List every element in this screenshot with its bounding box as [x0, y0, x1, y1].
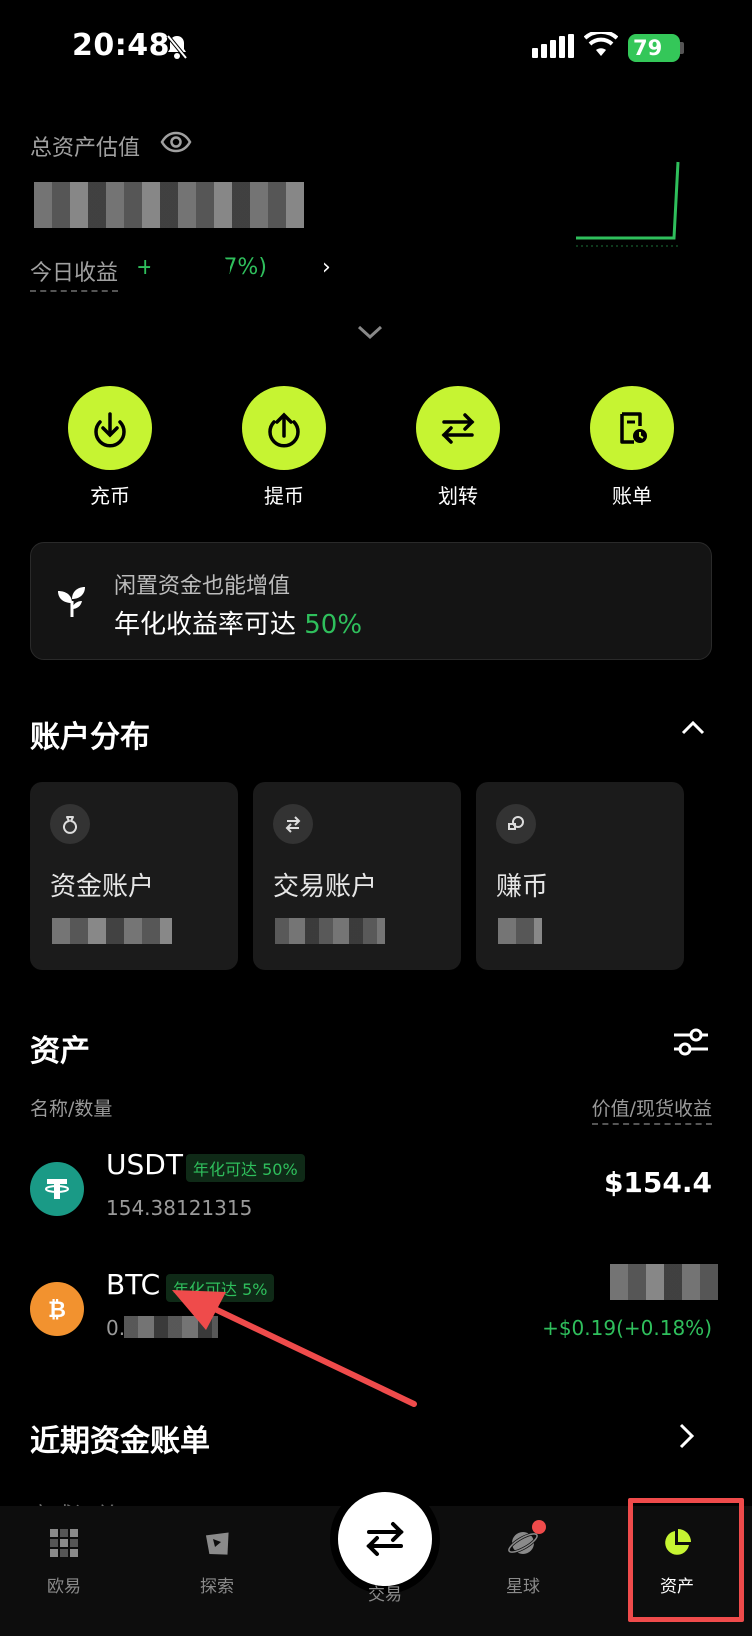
recent-bills-title[interactable]: 近期资金账单: [30, 1416, 210, 1460]
deposit-button[interactable]: 充币: [55, 386, 165, 509]
chevron-down-icon[interactable]: [356, 324, 384, 344]
bill-button[interactable]: 账单: [577, 386, 687, 509]
transfer-label: 划转: [438, 484, 478, 508]
withdraw-label: 提币: [264, 484, 304, 508]
chevron-up-icon[interactable]: [680, 720, 706, 740]
transfer-button[interactable]: 划转: [403, 386, 513, 509]
usdt-quantity: 154.38121315: [106, 1196, 253, 1220]
usdt-value: $154.4: [603, 1166, 712, 1199]
today-pnl-label[interactable]: 今日收益: [30, 255, 119, 292]
assets-title: 资产: [30, 1034, 90, 1069]
okx-logo-icon: [9, 1522, 119, 1564]
tab-okx-label: 欧易: [47, 1577, 81, 1597]
tab-okx[interactable]: 欧易: [9, 1522, 119, 1597]
funding-account-value-redacted: [52, 918, 172, 944]
trading-account-name: 交易账户: [273, 872, 378, 902]
earn-account-value-redacted: [498, 918, 542, 944]
tab-explore-label: 探索: [200, 1577, 234, 1597]
tab-planet-label: 星球: [506, 1577, 540, 1597]
btc-coin-icon: ₿: [30, 1282, 84, 1336]
btc-apy-tag: 年化可达 5%: [166, 1274, 275, 1302]
earn-promo-card[interactable]: [30, 542, 712, 660]
battery-tip: [680, 42, 684, 54]
transfer-icon: [416, 386, 500, 470]
status-time: 20:48: [72, 28, 170, 63]
tab-trade-label[interactable]: 交易: [330, 1580, 440, 1605]
swap-icon: [273, 804, 313, 844]
bill-icon: [590, 386, 674, 470]
today-pnl-redacted: [150, 256, 230, 282]
bag-icon: [50, 804, 90, 844]
earn-account-name: 赚币: [496, 872, 549, 902]
btc-symbol: BTC: [106, 1268, 161, 1301]
tab-planet[interactable]: 星球: [468, 1522, 578, 1597]
col-value-pnl[interactable]: 价值/现货收益: [591, 1094, 712, 1125]
funding-account-name: 资金账户: [50, 872, 155, 902]
today-pnl-chevron[interactable]: ›: [322, 255, 331, 280]
btc-quantity-redacted: [124, 1316, 218, 1338]
deposit-icon: [68, 386, 152, 470]
total-assets-label: 总资产估值: [30, 136, 141, 161]
bell-muted-icon: [166, 34, 188, 64]
promo-rate: 50%: [304, 610, 363, 640]
chevron-right-icon[interactable]: [678, 1422, 696, 1454]
bill-label: 账单: [612, 484, 652, 508]
sprout-icon: [54, 583, 90, 623]
col-name-qty: 名称/数量: [30, 1098, 113, 1120]
trading-account-value-redacted: [275, 918, 385, 944]
eye-icon[interactable]: [160, 131, 192, 157]
tab-explore[interactable]: 探索: [162, 1522, 272, 1597]
trade-swap-icon: [366, 1522, 404, 1556]
withdraw-button[interactable]: 提币: [229, 386, 339, 509]
total-balance-redacted: [34, 182, 304, 228]
compass-icon: [162, 1522, 272, 1564]
notification-dot: [532, 1520, 546, 1534]
btc-pnl: +$0.19(+0.18%): [542, 1316, 712, 1340]
trade-center-button[interactable]: [330, 1484, 440, 1594]
promo-prefix: 年化收益率可达: [114, 610, 305, 640]
usdt-coin-icon: [30, 1162, 84, 1216]
trading-account-card[interactable]: 交易账户: [253, 782, 461, 970]
btc-value-redacted: [610, 1264, 718, 1300]
promo-line1: 闲置资金也能增值: [114, 574, 291, 599]
balance-sparkline: [576, 160, 686, 254]
usdt-apy-tag: 年化可达 50%: [186, 1154, 305, 1182]
distribution-title: 账户分布: [30, 720, 150, 755]
earn-account-card[interactable]: 赚币: [476, 782, 684, 970]
btc-quantity: 0.: [106, 1316, 126, 1340]
earn-icon: [496, 804, 536, 844]
filter-sliders-icon[interactable]: [672, 1026, 710, 1062]
promo-line2: 年化收益率可达 50%: [114, 604, 362, 641]
usdt-symbol: USDT: [106, 1148, 183, 1181]
deposit-label: 充币: [90, 484, 130, 508]
planet-icon: [468, 1522, 578, 1564]
annotation-highlight-box: [628, 1498, 744, 1622]
funding-account-card[interactable]: 资金账户: [30, 782, 238, 970]
svg-text:₿: ₿: [48, 1298, 66, 1323]
battery-indicator: 79: [628, 34, 680, 62]
wifi-icon: [583, 29, 619, 62]
withdraw-icon: [242, 386, 326, 470]
cellular-signal-icon: [532, 34, 574, 62]
